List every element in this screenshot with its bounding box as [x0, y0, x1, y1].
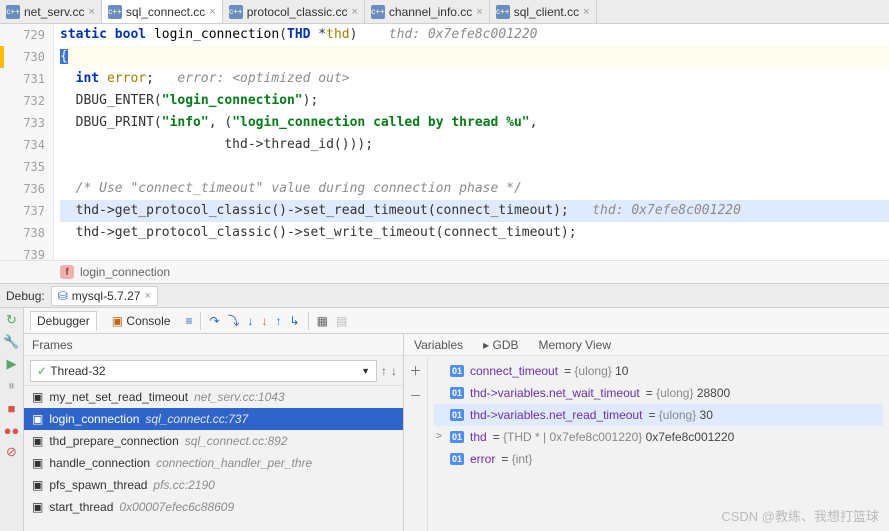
editor-tabs: c++ net_serv.cc × c++ sql_connect.cc × c…	[0, 0, 889, 24]
tab-console[interactable]: ▣ Console	[105, 311, 178, 331]
variable-row[interactable]: 01thd->variables.net_read_timeout = {ulo…	[434, 404, 883, 426]
watermark: CSDN @教练、我想打篮球	[721, 506, 879, 525]
debug-label: Debug:	[6, 289, 45, 303]
frames-title: Frames	[24, 334, 403, 356]
debug-tool-row: Debugger ▣ Console ≡ ↷ ⤵ ↓ ↓ ↑ ↳ ▦ ▤	[24, 308, 889, 334]
stack-icon: ▣	[32, 478, 43, 492]
close-icon[interactable]: ×	[583, 6, 589, 18]
frame-item[interactable]: ▣ handle_connection connection_handler_p…	[24, 452, 403, 474]
step-over-icon[interactable]: ⤵	[228, 312, 240, 329]
debug-session-name: mysql-5.7.27	[72, 289, 141, 303]
stack-icon: ▣	[32, 412, 43, 426]
frame-item[interactable]: ▣ start_thread 0x00007efec6c88609	[24, 496, 403, 518]
expand-icon[interactable]: >	[434, 426, 444, 448]
run-to-cursor-icon[interactable]: ↳	[290, 314, 300, 328]
tab-memory[interactable]: Memory View	[539, 338, 611, 352]
pause-icon[interactable]: ⏸	[4, 378, 20, 394]
debug-session-tab[interactable]: ⛁ mysql-5.7.27 ×	[51, 286, 158, 306]
line-gutter: 729730731732733734735736737738739	[0, 24, 54, 260]
cpp-file-icon: c++	[496, 5, 510, 19]
code-editor[interactable]: 729730731732733734735736737738739 static…	[0, 24, 889, 260]
code-body[interactable]: static bool login_connection(THD *thd) t…	[54, 24, 889, 260]
view-breakpoints-icon[interactable]: ●●	[4, 422, 20, 438]
function-icon: f	[60, 265, 74, 279]
variable-row[interactable]: >01thd = {THD * | 0x7efe8c001220} 0x7efe…	[434, 426, 883, 448]
tab-debugger[interactable]: Debugger	[30, 311, 97, 331]
frame-item[interactable]: ▣ pfs_spawn_thread pfs.cc:2190	[24, 474, 403, 496]
show-execution-point-icon[interactable]: ↷	[209, 314, 219, 328]
force-step-into-icon[interactable]: ↓	[262, 314, 268, 328]
cpp-file-icon: c++	[6, 5, 20, 19]
frame-item[interactable]: ▣ my_net_set_read_timeout net_serv.cc:10…	[24, 386, 403, 408]
cpp-file-icon: c++	[229, 5, 243, 19]
close-icon[interactable]: ×	[209, 6, 215, 18]
debug-toolwindow: ↻ 🔧 ▶ ⏸ ■ ●● ⊘ Debugger ▣ Console ≡ ↷ ⤵ …	[0, 308, 889, 531]
vars-toolbar: ＋ －	[404, 356, 428, 531]
editor-tab-active[interactable]: c++ sql_connect.cc ×	[102, 0, 223, 23]
close-icon[interactable]: ×	[144, 290, 150, 302]
type-badge-icon: 01	[450, 431, 464, 443]
mute-breakpoints-icon[interactable]: ⊘	[4, 444, 20, 460]
variables-pane: Variables ▸ GDB Memory View ＋ － 01connec…	[404, 334, 889, 531]
variable-row[interactable]: 01connect_timeout = {ulong} 10	[434, 360, 883, 382]
resume-icon[interactable]: ▶	[4, 356, 20, 372]
stop-icon[interactable]: ■	[4, 400, 20, 416]
step-into-icon[interactable]: ↓	[248, 314, 254, 328]
remove-watch-icon[interactable]: －	[409, 387, 421, 404]
editor-tab[interactable]: c++ channel_info.cc ×	[365, 0, 490, 23]
next-frame-icon[interactable]: ↓	[391, 364, 397, 378]
console-icon: ▣	[112, 314, 123, 328]
layout-icon[interactable]: ▤	[336, 314, 347, 328]
run-toolbar-left: ↻ 🔧 ▶ ⏸ ■ ●● ⊘	[0, 308, 24, 531]
close-icon[interactable]: ×	[88, 6, 94, 18]
frame-item[interactable]: ▣ thd_prepare_connection sql_connect.cc:…	[24, 430, 403, 452]
evaluate-icon[interactable]: ▦	[317, 314, 328, 328]
prev-frame-icon[interactable]: ↑	[381, 364, 387, 378]
vars-list[interactable]: 01connect_timeout = {ulong} 1001thd->var…	[428, 356, 889, 531]
frame-list[interactable]: ▣ my_net_set_read_timeout net_serv.cc:10…	[24, 386, 403, 531]
type-badge-icon: 01	[450, 387, 464, 399]
editor-tab[interactable]: c++ sql_client.cc ×	[490, 0, 597, 23]
close-icon[interactable]: ×	[476, 6, 482, 18]
thread-selector[interactable]: ✓ Thread-32 ▼	[30, 360, 377, 382]
cpp-file-icon: c++	[108, 5, 122, 19]
tab-label: protocol_classic.cc	[247, 5, 348, 19]
stack-icon: ▣	[32, 434, 43, 448]
tab-label: sql_connect.cc	[126, 5, 205, 19]
threads-icon[interactable]: ≡	[185, 314, 192, 328]
close-icon[interactable]: ×	[351, 6, 357, 18]
tab-label: channel_info.cc	[389, 5, 472, 19]
tab-variables[interactable]: Variables	[414, 338, 463, 352]
type-badge-icon: 01	[450, 365, 464, 377]
rerun-icon[interactable]: ↻	[4, 312, 20, 328]
tab-label: sql_client.cc	[514, 5, 579, 19]
breadcrumb-label: login_connection	[80, 265, 170, 279]
cpp-file-icon: c++	[371, 5, 385, 19]
db-icon: ⛁	[58, 289, 68, 303]
type-badge-icon: 01	[450, 453, 464, 465]
frame-item[interactable]: ▣ login_connection sql_connect.cc:737	[24, 408, 403, 430]
settings-icon[interactable]: 🔧	[4, 334, 20, 350]
tab-gdb[interactable]: ▸ GDB	[483, 338, 518, 352]
variable-row[interactable]: 01error = {int}	[434, 448, 883, 470]
stack-icon: ▣	[32, 500, 43, 514]
frames-pane: Frames ✓ Thread-32 ▼ ↑ ↓ ▣ my_net_set_re…	[24, 334, 404, 531]
tab-label: net_serv.cc	[24, 5, 84, 19]
type-badge-icon: 01	[450, 409, 464, 421]
editor-tab[interactable]: c++ net_serv.cc ×	[0, 0, 102, 23]
chevron-down-icon: ▼	[361, 366, 370, 376]
variable-row[interactable]: 01thd->variables.net_wait_timeout = {ulo…	[434, 382, 883, 404]
stack-icon: ▣	[32, 456, 43, 470]
step-out-icon[interactable]: ↑	[276, 314, 282, 328]
editor-tab[interactable]: c++ protocol_classic.cc ×	[223, 0, 365, 23]
debug-session-bar: Debug: ⛁ mysql-5.7.27 ×	[0, 284, 889, 308]
stack-icon: ▣	[32, 390, 43, 404]
new-watch-icon[interactable]: ＋	[409, 362, 421, 379]
